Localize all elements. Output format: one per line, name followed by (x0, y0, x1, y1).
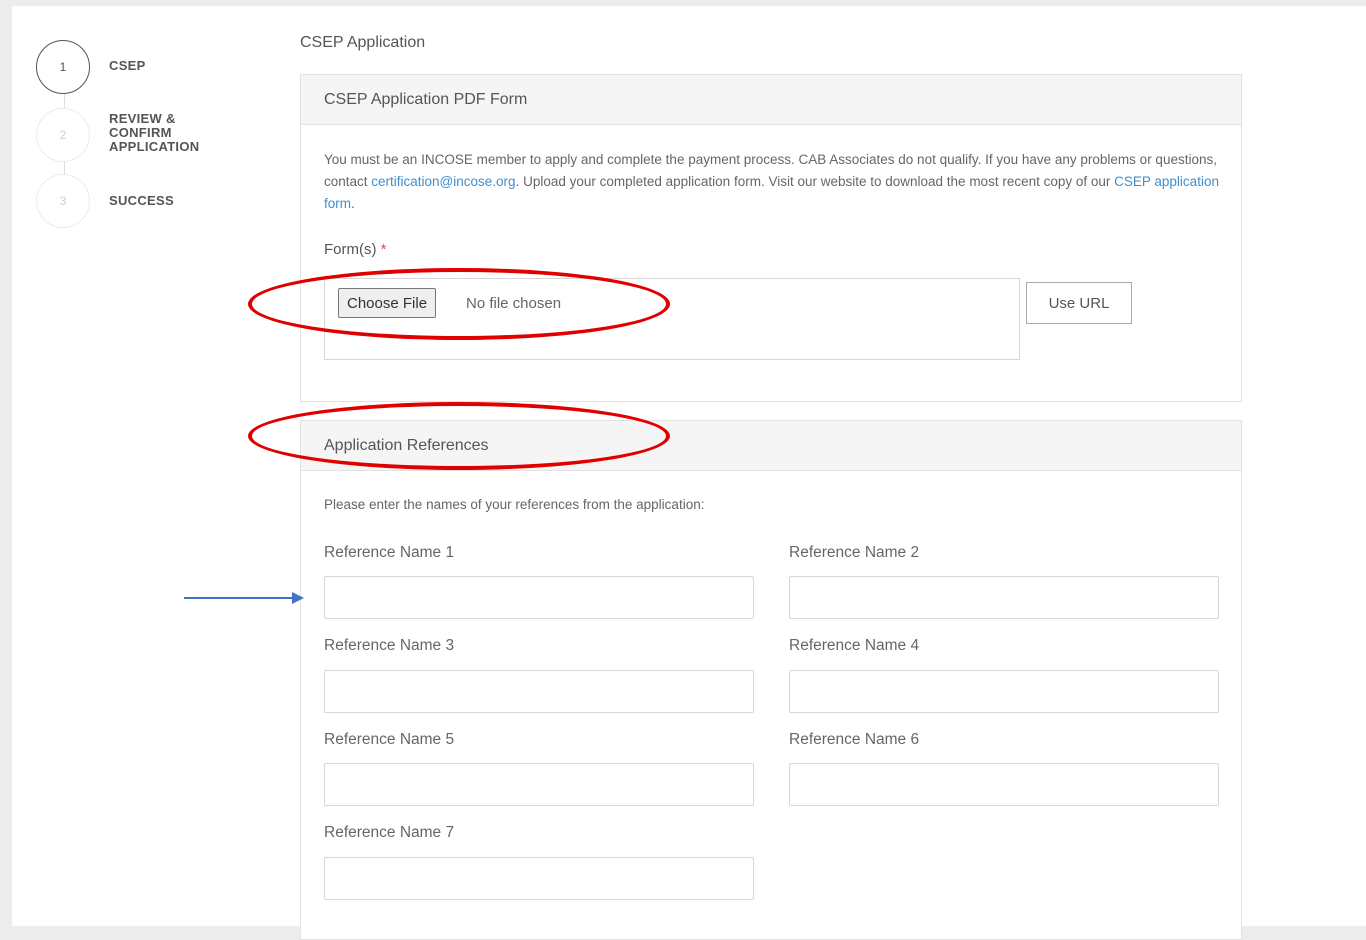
references-panel-title: Application References (324, 436, 489, 454)
references-panel-header: Application References (301, 421, 1241, 471)
step-1-circle: 1 (36, 40, 90, 94)
instructions-text-2: . Upload your completed application form… (515, 174, 1115, 189)
reference-name-6-label: Reference Name 6 (789, 731, 920, 748)
step-3-number: 3 (59, 194, 67, 208)
reference-name-1-input[interactable] (324, 576, 754, 619)
reference-name-6-input[interactable] (789, 763, 1219, 806)
pdf-form-panel: CSEP Application PDF Form You must be an… (300, 74, 1242, 402)
annotation-arrow-icon (184, 592, 304, 604)
reference-name-5-input[interactable] (324, 763, 754, 806)
choose-file-button[interactable]: Choose File (338, 288, 437, 318)
reference-name-2-label: Reference Name 2 (789, 544, 920, 561)
step-2-label-line-1: REVIEW & (109, 111, 176, 126)
required-asterisk: * (380, 241, 387, 258)
reference-name-2-input[interactable] (789, 576, 1219, 619)
references-instructions: Please enter the names of your reference… (324, 497, 705, 512)
step-2-label-line-3: APPLICATION (109, 139, 200, 154)
step-2-circle: 2 (36, 108, 90, 162)
forms-label-text: Form(s) (324, 241, 377, 258)
reference-name-3-label: Reference Name 3 (324, 637, 455, 654)
reference-name-4-input[interactable] (789, 670, 1219, 713)
reference-name-7-input[interactable] (324, 857, 754, 900)
step-3-label: SUCCESS (109, 193, 174, 208)
instructions-text-3: . (351, 196, 355, 211)
pdf-form-panel-title: CSEP Application PDF Form (324, 90, 528, 108)
no-file-chosen-text: No file chosen (466, 295, 562, 312)
step-2-label-line-2: CONFIRM (109, 125, 172, 140)
step-2-number: 2 (59, 128, 67, 142)
use-url-button[interactable]: Use URL (1026, 282, 1132, 324)
step-3-circle: 3 (36, 174, 90, 228)
reference-name-7-label: Reference Name 7 (324, 824, 455, 841)
reference-name-1-label: Reference Name 1 (324, 544, 455, 561)
file-upload-field: Choose File No file chosen (324, 278, 1020, 360)
step-1-label: CSEP (109, 58, 146, 73)
page: 1 CSEP 2 REVIEW & CONFIRM APPLICATION 3 … (12, 6, 1366, 940)
reference-name-5-label: Reference Name 5 (324, 731, 455, 748)
pdf-form-instructions: You must be an INCOSE member to apply an… (324, 149, 1224, 215)
step-1-number: 1 (59, 60, 67, 74)
reference-name-4-label: Reference Name 4 (789, 637, 920, 654)
pdf-form-panel-header: CSEP Application PDF Form (301, 75, 1241, 125)
step-indicator: 1 CSEP 2 REVIEW & CONFIRM APPLICATION 3 … (12, 6, 282, 266)
page-title: CSEP Application (300, 34, 426, 51)
forms-label: Form(s) * (324, 241, 387, 258)
step-2-label: REVIEW & CONFIRM APPLICATION (109, 112, 199, 154)
certification-email-link[interactable]: certification@incose.org (371, 174, 515, 189)
references-panel: Application References Please enter the … (300, 420, 1242, 940)
reference-name-3-input[interactable] (324, 670, 754, 713)
